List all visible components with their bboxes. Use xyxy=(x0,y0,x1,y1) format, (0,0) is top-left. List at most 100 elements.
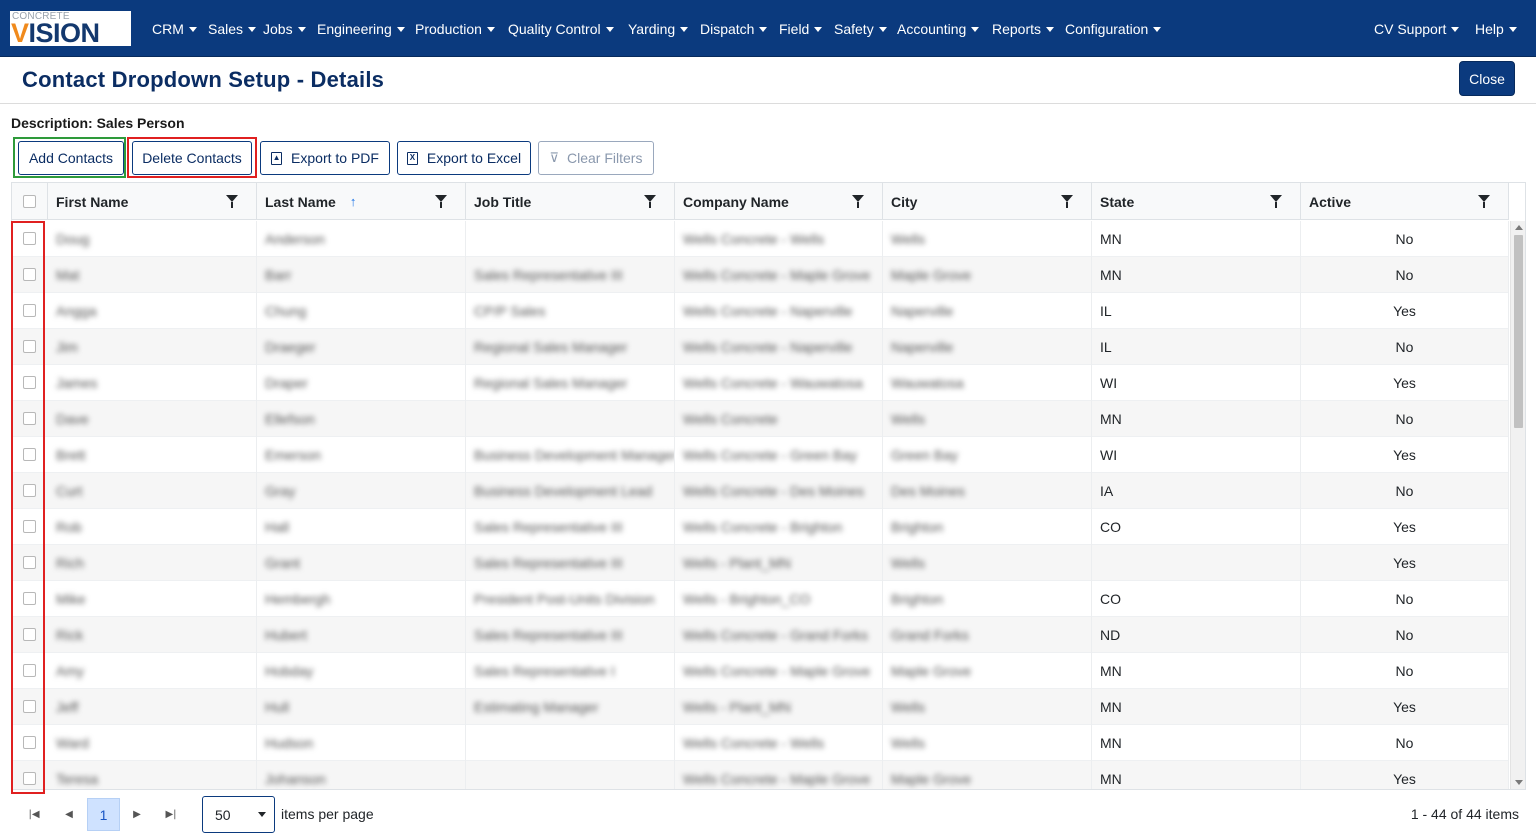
previous-page-icon[interactable]: ◀ xyxy=(53,798,85,830)
cell-value: Wells Concrete - Wells xyxy=(683,735,825,751)
table-row[interactable]: Mat Barr Sales Representative III Wells Con… xyxy=(12,257,1509,293)
filter-icon[interactable] xyxy=(1270,195,1282,208)
table-row[interactable]: Amy Hobday Sales Representative I Wells Con… xyxy=(12,653,1509,689)
nav-menu-jobs[interactable]: Jobs xyxy=(263,19,306,39)
cell-value: Sales Representative III xyxy=(474,267,623,283)
cell-value: No xyxy=(1395,411,1414,427)
cell-active: Yes xyxy=(1301,293,1509,329)
column-header-job-title[interactable]: Job Title xyxy=(466,183,675,220)
table-row[interactable]: Doug Anderson Wells Concrete - Wells Wells M… xyxy=(12,221,1509,257)
cell-value: Rob xyxy=(56,519,82,535)
filter-icon[interactable] xyxy=(435,195,447,208)
table-row[interactable]: Brett Emerson Business Development Manager… xyxy=(12,437,1509,473)
table-row[interactable]: James Draper Regional Sales Manager Wells C… xyxy=(12,365,1509,401)
table-row[interactable]: Dave Ellefson Wells Concrete Wells MN No xyxy=(12,401,1509,437)
cell-city: Green Bay xyxy=(883,437,1092,473)
concrete-vision-logo[interactable]: CONCRETE VISION xyxy=(10,11,131,47)
sort-ascending-icon[interactable]: ↑ xyxy=(350,194,357,209)
cell-value: Wells xyxy=(891,555,925,571)
table-row[interactable]: Rich Grant Sales Representative III Wells -… xyxy=(12,545,1509,581)
filter-icon[interactable] xyxy=(644,195,656,208)
cell-first: Jeff xyxy=(48,689,257,725)
cell-value: Yes xyxy=(1393,375,1416,391)
column-header-active[interactable]: Active xyxy=(1301,183,1509,220)
nav-menu-accounting[interactable]: Accounting xyxy=(897,19,980,39)
nav-menu-production[interactable]: Production xyxy=(415,19,495,39)
cell-value: Angga xyxy=(56,303,97,319)
nav-menu-dispatch[interactable]: Dispatch xyxy=(700,19,768,39)
nav-menu-sales[interactable]: Sales xyxy=(208,19,257,39)
column-header-last-name[interactable]: Last Name ↑ xyxy=(257,183,466,220)
add-contacts-button[interactable]: Add Contacts xyxy=(18,141,124,175)
scrollbar-thumb[interactable] xyxy=(1514,235,1523,428)
scroll-down-arrow-icon[interactable] xyxy=(1515,780,1523,785)
table-row[interactable]: Rob Hall Sales Representative III Wells Con… xyxy=(12,509,1509,545)
export-pdf-button[interactable]: ▲ Export to PDF xyxy=(260,141,390,175)
filter-icon[interactable] xyxy=(1061,195,1073,208)
clear-filters-button[interactable]: ⊽ Clear Filters xyxy=(538,141,654,175)
cell-company: Wells Concrete - Maple Grove xyxy=(675,257,883,293)
table-row[interactable]: Teresa Johanson Wells Concrete - Maple Gro… xyxy=(12,761,1509,789)
nav-menu-label: Engineering xyxy=(317,21,392,37)
nav-menu-reports[interactable]: Reports xyxy=(992,19,1055,39)
caret-down-icon xyxy=(486,26,495,32)
column-header-city[interactable]: City xyxy=(883,183,1092,220)
table-row[interactable]: Ward Hudson Wells Concrete - Wells Wells MN N… xyxy=(12,725,1509,761)
table-row[interactable]: Jim Draeger Regional Sales Manager Wells Co… xyxy=(12,329,1509,365)
grid-vertical-scrollbar[interactable] xyxy=(1510,221,1525,789)
first-page-icon[interactable]: |◀ xyxy=(18,798,50,830)
nav-menu-label: Accounting xyxy=(897,21,967,37)
nav-menu-yarding[interactable]: Yarding xyxy=(628,19,689,39)
nav-menu-label: CV Support xyxy=(1374,21,1447,37)
delete-contacts-button[interactable]: Delete Contacts xyxy=(132,141,252,175)
cell-value: MN xyxy=(1100,411,1122,427)
last-page-icon[interactable]: ▶| xyxy=(155,798,187,830)
nav-menu-label: Safety xyxy=(834,21,874,37)
nav-menu-crm[interactable]: CRM xyxy=(152,19,197,39)
select-all-checkbox[interactable] xyxy=(23,195,36,208)
page-size-select[interactable]: 50 xyxy=(202,796,275,833)
caret-down-icon xyxy=(188,26,197,32)
cell-value: MN xyxy=(1100,699,1122,715)
page-number-button[interactable]: 1 xyxy=(87,798,120,831)
nav-menu-cv-support[interactable]: CV Support xyxy=(1374,19,1460,39)
cell-state: WI xyxy=(1092,437,1301,473)
cell-value: Anderson xyxy=(265,231,325,247)
cell-value: Wells - Plant_MN xyxy=(683,555,791,571)
pager-info: 1 - 44 of 44 items xyxy=(1410,806,1519,822)
export-excel-button[interactable]: X Export to Excel xyxy=(397,141,531,175)
cell-company: Wells Concrete - Brighton xyxy=(675,509,883,545)
cell-city: Wells xyxy=(883,689,1092,725)
column-header-state[interactable]: State xyxy=(1092,183,1301,220)
column-header-label: Last Name xyxy=(265,193,336,210)
nav-menu-safety[interactable]: Safety xyxy=(834,19,887,39)
cell-value: Maple Grove xyxy=(891,663,972,679)
cell-value: Wells Concrete - Maple Grove xyxy=(683,663,871,679)
table-row[interactable]: Rick Hubert Sales Representative III Wells … xyxy=(12,617,1509,653)
table-row[interactable]: Angga Chung CP/P Sales Wells Concrete - Nap… xyxy=(12,293,1509,329)
filter-icon[interactable] xyxy=(852,195,864,208)
nav-menu-quality-control[interactable]: Quality Control xyxy=(508,19,614,39)
table-row[interactable]: Mike Hembergh President Post-Units Divisio… xyxy=(12,581,1509,617)
nav-menu-configuration[interactable]: Configuration xyxy=(1065,19,1162,39)
column-header-company-name[interactable]: Company Name xyxy=(675,183,883,220)
caret-down-icon xyxy=(1508,26,1517,32)
next-page-icon[interactable]: ▶ xyxy=(121,798,153,830)
table-row[interactable]: Curt Gray Business Development Lead Wells C… xyxy=(12,473,1509,509)
nav-menu-label: Jobs xyxy=(263,21,293,37)
cell-value: No xyxy=(1395,231,1414,247)
nav-menu-engineering[interactable]: Engineering xyxy=(317,19,405,39)
filter-icon[interactable] xyxy=(1478,195,1490,208)
filter-icon[interactable] xyxy=(226,195,238,208)
nav-menu-help[interactable]: Help xyxy=(1475,19,1517,39)
close-button[interactable]: Close xyxy=(1459,61,1515,96)
cell-first: Rob xyxy=(48,509,257,545)
cell-active: Yes xyxy=(1301,365,1509,401)
scroll-up-arrow-icon[interactable] xyxy=(1515,225,1523,230)
cell-last: Draeger xyxy=(257,329,466,365)
cell-title xyxy=(466,221,675,257)
column-header-first-name[interactable]: First Name xyxy=(48,183,257,220)
cell-title: Regional Sales Manager xyxy=(466,365,675,401)
table-row[interactable]: Jeff Hull Estimating Manager Wells - Plant_… xyxy=(12,689,1509,725)
nav-menu-field[interactable]: Field xyxy=(779,19,823,39)
